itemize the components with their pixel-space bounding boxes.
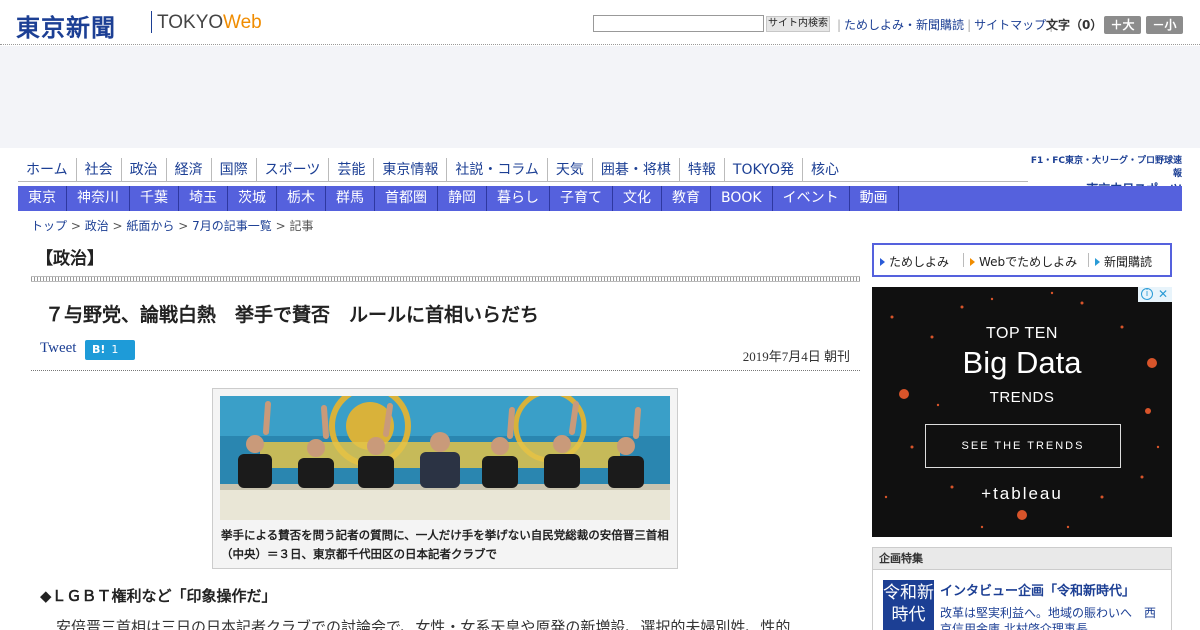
region-nav-item[interactable]: BOOK: [711, 186, 773, 211]
region-nav-item[interactable]: イベント: [773, 186, 850, 211]
primary-nav: ホーム 社会 政治 経済 国際 スポーツ 芸能 東京情報 社説・コラム 天気 囲碁・将棋 特報 TOKY…: [18, 158, 1028, 182]
nav-item[interactable]: 核心: [803, 158, 847, 182]
article-body: 安倍晋三首相は三日の日本記者クラブでの討論会で、女性・女系天皇や原発の新増設、選…: [56, 618, 791, 630]
breadcrumb: トップ > 政治 > 紙面から > 7月の記事一覧 > 記事: [31, 219, 314, 233]
region-nav-item[interactable]: 子育て: [550, 186, 613, 211]
ad-headline-top: TOP TEN: [986, 325, 1058, 342]
triangle-icon: [970, 258, 975, 266]
logo-tokyo-text[interactable]: TOKYO: [157, 12, 223, 34]
section-divider: [31, 276, 860, 282]
top-ad-area: [0, 46, 1200, 148]
nav-item[interactable]: 天気: [548, 158, 593, 182]
region-nav-item[interactable]: 埼玉: [179, 186, 228, 211]
article-divider: [31, 370, 860, 371]
breadcrumb-link[interactable]: 7月の記事一覧: [192, 219, 272, 233]
tweet-link[interactable]: Tweet: [40, 340, 76, 357]
tableau-ad[interactable]: i ✕ TOP TEN Big Data TRENDS SEE THE TREND…: [872, 287, 1172, 537]
logo-divider: [151, 11, 152, 33]
promo-tagline: F1・FC東京・大リーグ・プロ野球速報: [1030, 156, 1182, 179]
feature-thumbnail[interactable]: 令和新時代: [883, 580, 934, 630]
close-icon[interactable]: ✕: [1158, 287, 1168, 301]
region-nav-item[interactable]: 栃木: [277, 186, 326, 211]
header-links: | ためしよみ・新聞購読 | サイトマップ |: [837, 18, 1054, 32]
feature-header: 企画特集: [873, 548, 1171, 570]
subscribe-link-label: ためしよみ: [889, 255, 950, 269]
article-photo[interactable]: [220, 396, 670, 520]
publish-date: 2019年7月4日 朝刊: [742, 349, 850, 364]
breadcrumb-link[interactable]: 政治: [85, 219, 109, 233]
region-nav-item[interactable]: 暮らし: [487, 186, 550, 211]
nav-item[interactable]: TOKYO発: [725, 158, 803, 182]
font-smaller-button[interactable]: －小: [1146, 16, 1183, 34]
hatena-icon: B!: [92, 343, 106, 356]
font-size-label: 文字（0）: [1046, 18, 1103, 32]
divider: [963, 253, 964, 267]
nav-item[interactable]: 芸能: [329, 158, 375, 182]
nav-item[interactable]: 社説・コラム: [447, 158, 548, 182]
regional-nav: 東京 神奈川 千葉 埼玉 茨城 栃木 群馬 首都圏 静岡 暮らし 子育て 文化 教育 BOOK イベント 動画: [18, 186, 1182, 211]
region-nav-item[interactable]: 東京: [18, 186, 67, 211]
trial-read-link[interactable]: ためしよみ: [880, 253, 949, 270]
tableau-logo: +tableau: [981, 484, 1063, 503]
article-subhead: ◆ＬＧＢＴ権利など「印象操作だ」: [40, 587, 277, 605]
site-header: 東京新聞 TOKYO Web サイト内検索 | ためしよみ・新聞購読 | サイトマップ…: [0, 0, 1200, 45]
region-nav-item[interactable]: 千葉: [130, 186, 179, 211]
nav-item[interactable]: 特報: [680, 158, 725, 182]
region-nav-item[interactable]: 静岡: [438, 186, 487, 211]
triangle-icon: [1095, 258, 1100, 266]
nav-item[interactable]: 政治: [122, 158, 167, 182]
site-search-button[interactable]: サイト内検索: [766, 16, 830, 32]
subscribe-link-label: Webでためしよみ: [979, 255, 1078, 269]
region-nav-item[interactable]: 文化: [613, 186, 662, 211]
region-nav-item[interactable]: 動画: [850, 186, 899, 211]
hatena-count: 1: [111, 343, 119, 356]
region-nav-item[interactable]: 神奈川: [67, 186, 130, 211]
font-larger-button[interactable]: ＋大: [1104, 16, 1141, 34]
feature-box: 企画特集 令和新時代 インタビュー企画「令和新時代」 改革は堅実利益へ。地域の賑…: [872, 547, 1172, 630]
nav-item[interactable]: 国際: [212, 158, 257, 182]
triangle-icon: [880, 258, 885, 266]
region-nav-item[interactable]: 群馬: [326, 186, 375, 211]
logo-web-text[interactable]: Web: [223, 12, 262, 34]
breadcrumb-link[interactable]: トップ: [31, 219, 67, 233]
region-nav-item[interactable]: 教育: [662, 186, 711, 211]
photo-caption: 挙手による賛否を問う記者の質問に、一人だけ手を挙げない自民党総裁の安倍晋三首相（…: [221, 528, 669, 561]
nav-item[interactable]: 囲碁・将棋: [593, 158, 680, 182]
nav-item[interactable]: 社会: [77, 158, 122, 182]
nav-item[interactable]: 経済: [167, 158, 212, 182]
nav-item[interactable]: スポーツ: [257, 158, 330, 182]
hatena-bookmark-button[interactable]: B! 1: [85, 340, 135, 360]
subscribe-link-label: 新聞購読: [1104, 255, 1153, 269]
nav-item[interactable]: ホーム: [18, 158, 77, 182]
nav-item[interactable]: 東京情報: [374, 158, 448, 182]
region-nav-item[interactable]: 茨城: [228, 186, 277, 211]
ad-choices[interactable]: i ✕: [1138, 287, 1172, 302]
info-icon: i: [1141, 288, 1153, 300]
region-nav-item[interactable]: 首都圏: [375, 186, 438, 211]
trial-subscribe-link[interactable]: ためしよみ・新聞購読: [844, 18, 964, 32]
press-conference-photo: [220, 396, 670, 520]
sitemap-link[interactable]: サイトマップ: [974, 18, 1046, 32]
subscribe-box: ためしよみ Webでためしよみ 新聞購読: [872, 243, 1172, 277]
web-trial-link[interactable]: Webでためしよみ: [970, 253, 1077, 270]
ad-cta-button[interactable]: SEE THE TRENDS: [925, 424, 1121, 468]
ad-headline-main: Big Data: [962, 345, 1082, 380]
chunichi-sports-banner[interactable]: F1・FC東京・大リーグ・プロ野球速報 東京中日スポーツ: [1027, 153, 1182, 196]
ad-headline-bottom: TRENDS: [989, 389, 1055, 406]
breadcrumb-link[interactable]: 紙面から: [126, 219, 174, 233]
divider: [1088, 253, 1089, 267]
breadcrumb-current: 記事: [289, 219, 314, 233]
section-title: 【政治】: [36, 249, 104, 269]
site-logo[interactable]: 東京新聞: [16, 8, 116, 43]
search-input[interactable]: [593, 15, 764, 32]
article-headline: ７与野党、論戦白熱 挙手で賛否 ルールに首相いらだち: [45, 304, 540, 326]
feature-title-link[interactable]: インタビュー企画「令和新時代」: [940, 580, 1135, 599]
article-photo-box: 挙手による賛否を問う記者の質問に、一人だけ手を挙げない自民党総裁の安倍晋三首相（…: [212, 388, 678, 569]
feature-description[interactable]: 改革は堅実利益へ。地域の賑わいへ 西京信用金庫 北村啓介理事長: [940, 605, 1165, 630]
subscription-link[interactable]: 新聞購読: [1095, 253, 1152, 270]
